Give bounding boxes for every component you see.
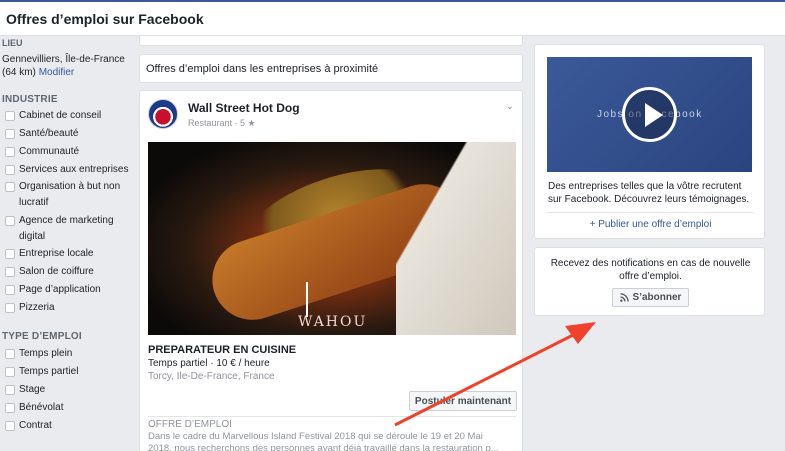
annotation-arrow <box>394 322 596 427</box>
